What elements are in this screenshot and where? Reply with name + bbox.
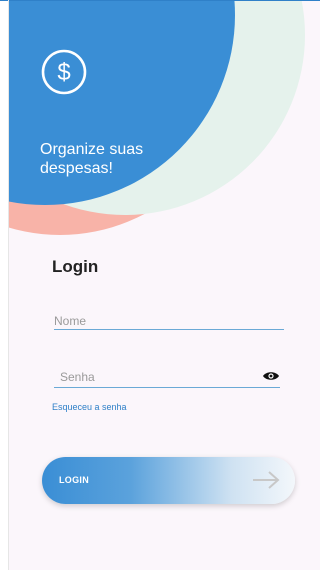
page-title: Login (52, 257, 99, 276)
dollar-icon: $ (41, 49, 87, 95)
login-screen: $ Organize suas despesas! Login Esqueceu… (0, 0, 320, 570)
login-button-label: LOGIN (59, 475, 89, 485)
password-input[interactable] (60, 370, 260, 384)
password-field (54, 368, 280, 390)
name-input[interactable] (54, 314, 254, 328)
password-underline (54, 387, 280, 388)
forgot-password-link[interactable]: Esqueceu a senha (52, 402, 127, 412)
app-tagline: Organize suas despesas! (40, 141, 144, 177)
left-edge-divider (8, 0, 9, 570)
svg-text:$: $ (57, 59, 70, 86)
top-divider (0, 0, 320, 1)
name-underline (54, 329, 284, 330)
name-field (54, 312, 284, 332)
eye-icon[interactable] (262, 370, 280, 382)
arrow-right-icon (253, 471, 280, 489)
login-button[interactable]: LOGIN (42, 457, 295, 504)
